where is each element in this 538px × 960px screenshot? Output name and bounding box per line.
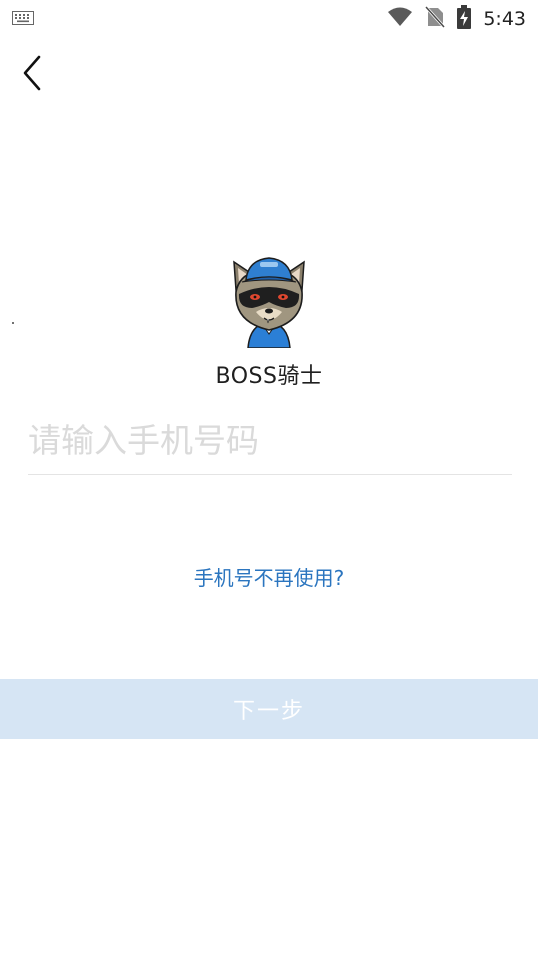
clock-time: 5:43 <box>483 8 526 30</box>
raccoon-mascot-icon <box>226 250 312 352</box>
battery-charging-icon <box>457 5 472 33</box>
keyboard-icon <box>12 10 34 29</box>
phone-input[interactable] <box>28 408 512 472</box>
wifi-icon <box>387 7 413 31</box>
back-arrow-icon <box>21 55 43 95</box>
phone-not-used-link[interactable]: 手机号不再使用? <box>0 562 538 591</box>
logo-section: BOSS骑士 <box>0 250 538 390</box>
next-button[interactable]: 下一步 <box>0 679 538 739</box>
phone-field <box>28 408 512 475</box>
back-button[interactable] <box>12 52 52 98</box>
no-sim-icon <box>425 5 446 32</box>
login-page: 5:43 BOSS骑士 请输入手机号码 手机号不再使用? 下一步 <box>0 0 538 960</box>
status-bar: 5:43 <box>0 0 538 38</box>
app-name: BOSS骑士 <box>215 364 323 389</box>
